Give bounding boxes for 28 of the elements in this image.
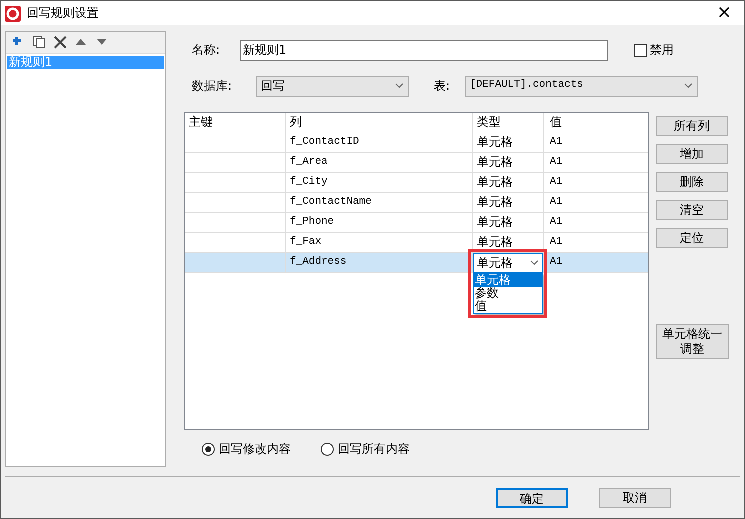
table-cell: f_Fax <box>286 233 473 252</box>
table-cell-text: A1 <box>549 215 564 230</box>
column-header: 值 <box>549 114 563 131</box>
column-header: 主键 <box>185 113 286 133</box>
table-cell: f_Area <box>286 153 473 172</box>
table-cell: 单元格 <box>473 233 544 252</box>
table-cell-text: A1 <box>549 175 564 190</box>
table-cell: f_City <box>286 173 473 192</box>
table-cell: f_Phone <box>286 213 473 232</box>
name-label: 名称: <box>192 42 222 59</box>
window-title: 回写规则设置 <box>27 5 99 22</box>
table-cell-text: A1 <box>549 235 564 250</box>
table-cell: f_ContactName <box>286 193 473 212</box>
disable-label: 禁用 <box>650 42 674 59</box>
table-cell-text: A1 <box>549 195 564 210</box>
table-cell: 单元格 <box>473 193 544 212</box>
table-cell: 单元格 <box>473 213 544 232</box>
table-cell-text: A1 <box>549 255 564 270</box>
table-cell-text: A1 <box>549 155 564 170</box>
table-cell: 单元格 <box>473 133 544 152</box>
table-cell-text: A1 <box>549 135 564 150</box>
table-cell: 单元格 <box>473 173 544 192</box>
column-header: 列 <box>286 113 473 133</box>
column-header: 类型 <box>473 113 544 133</box>
database-label: 数据库: <box>192 78 234 95</box>
table-cell: 单元格 <box>473 153 544 172</box>
table-label: 表: <box>434 78 452 95</box>
table-cell: f_ContactID <box>286 133 473 152</box>
